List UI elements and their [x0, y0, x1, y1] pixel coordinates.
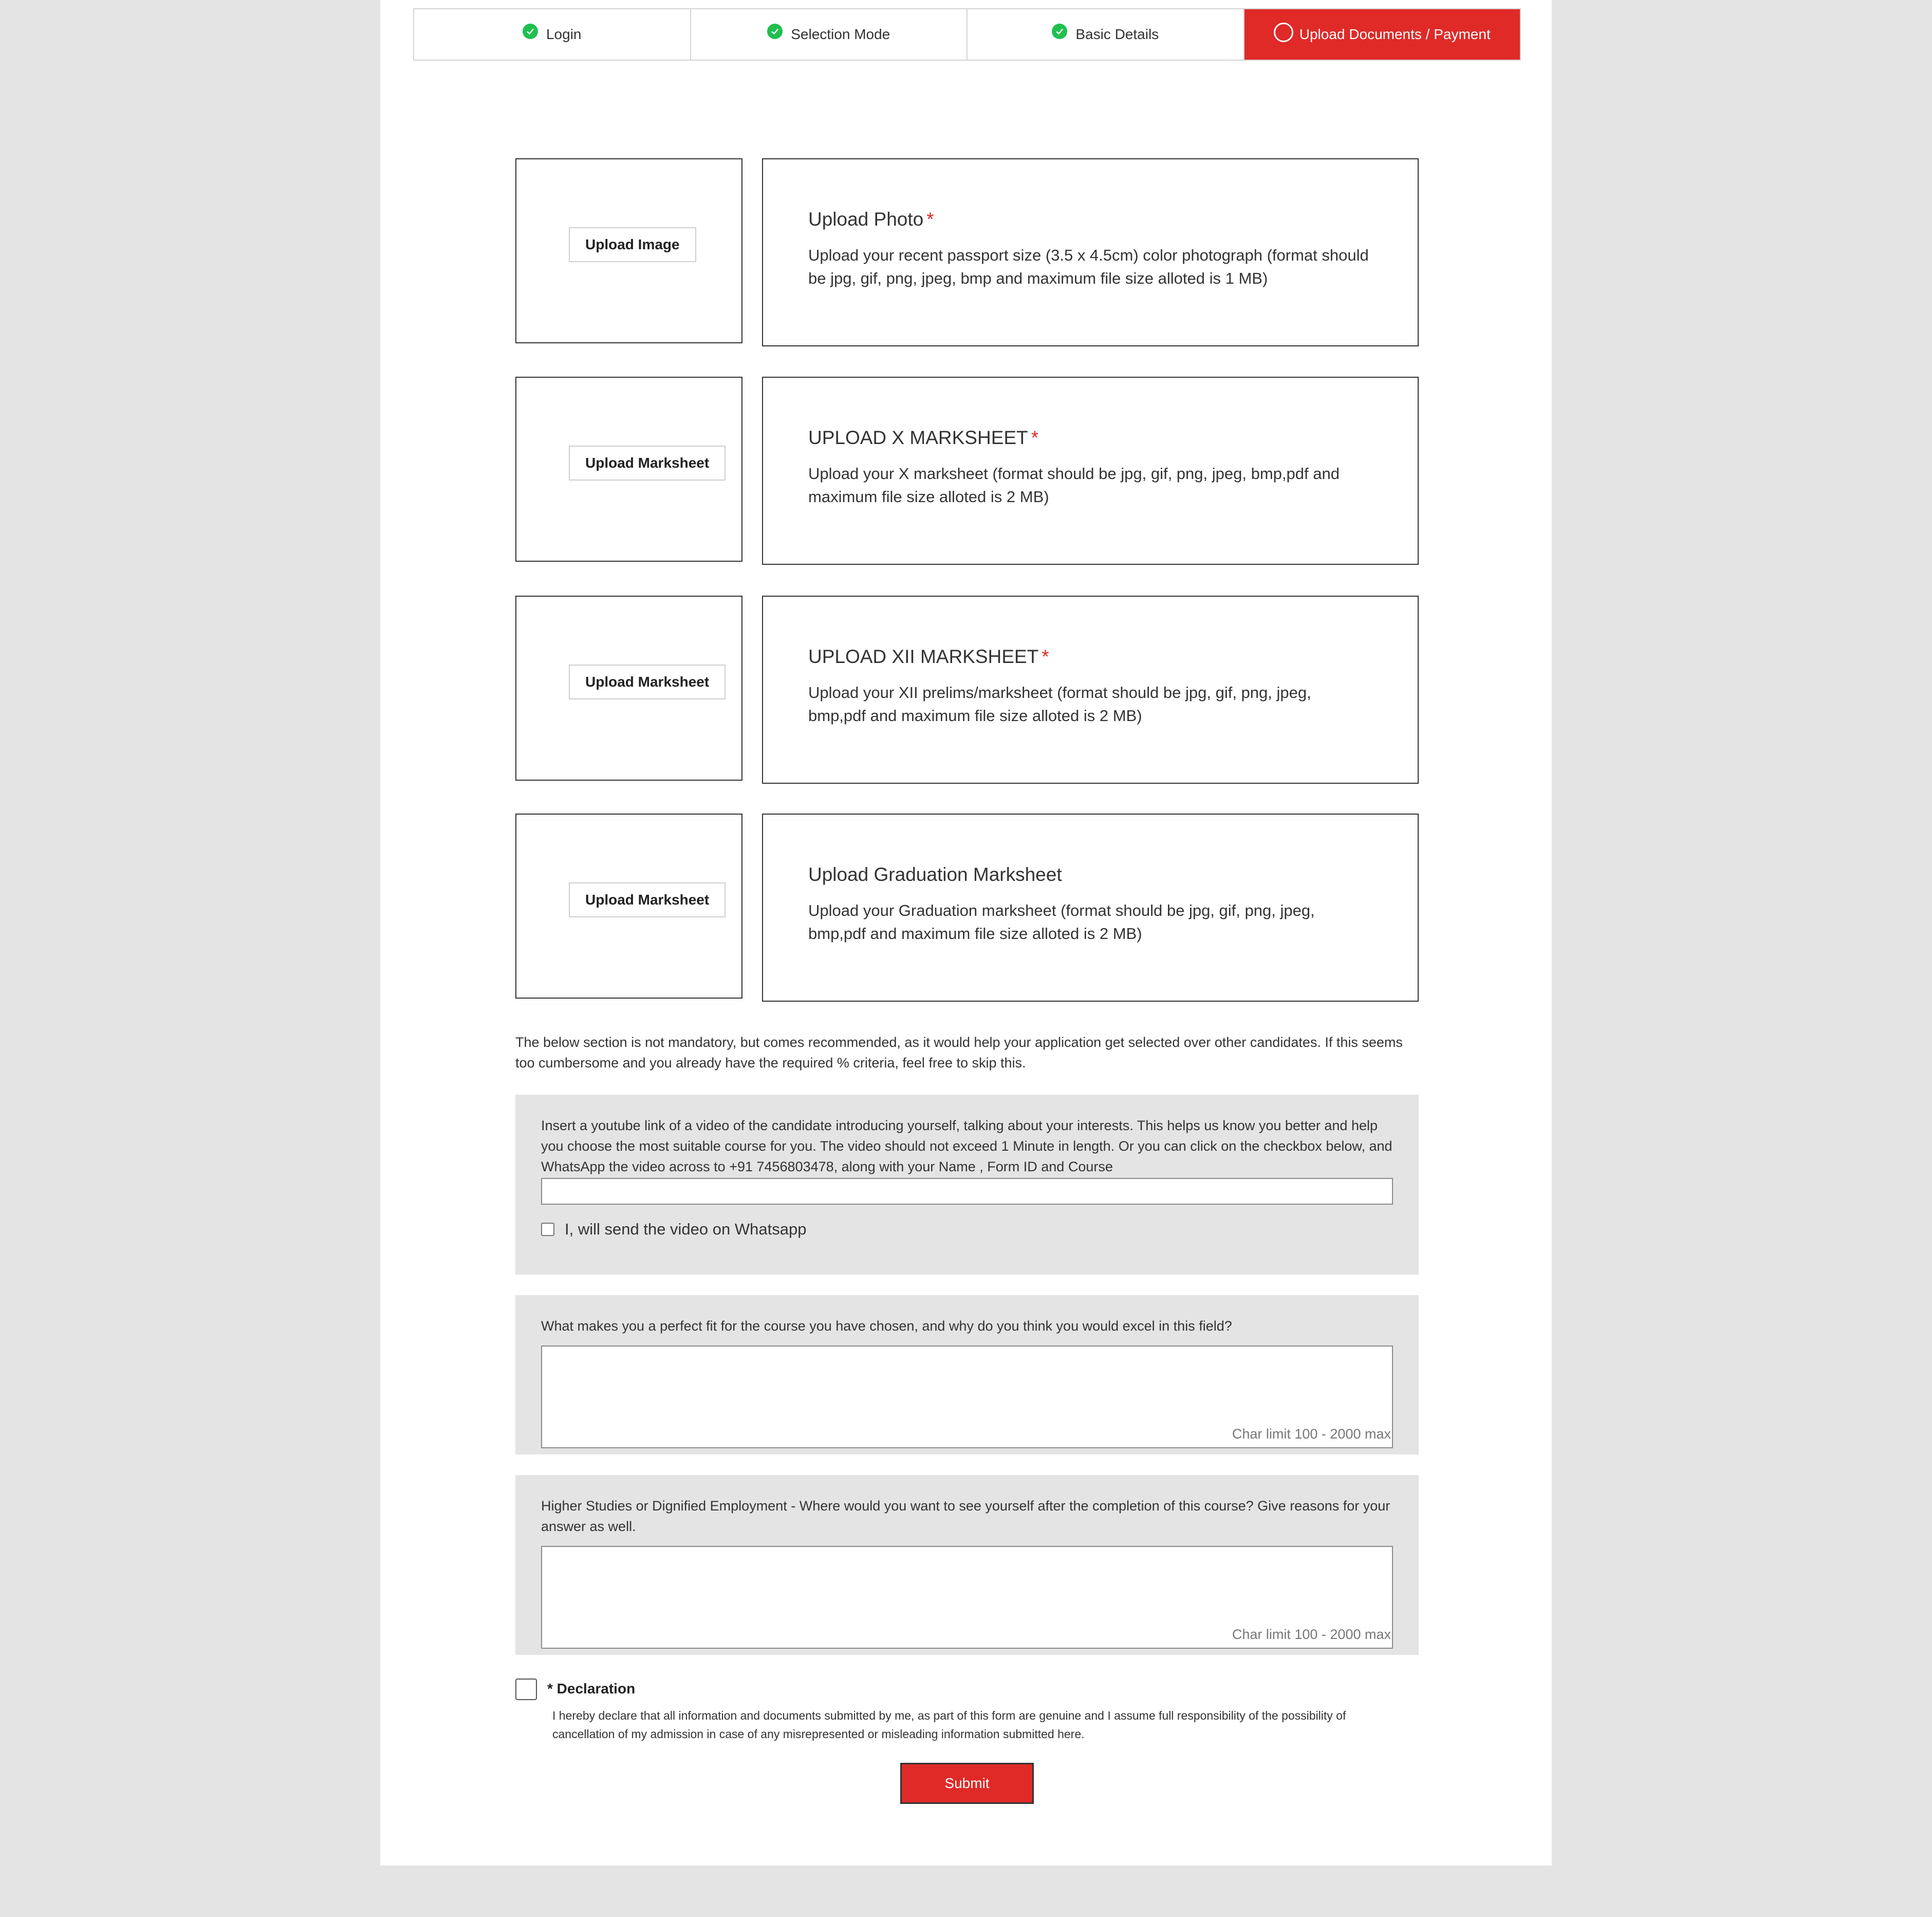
upload-description: Upload your X marksheet (format should b… [808, 465, 1340, 506]
progress-steps: Login Selection Mode Basic Details Uploa… [413, 8, 1521, 61]
whatsapp-checkbox[interactable] [541, 1223, 554, 1236]
marksheet-preview-box: Upload Marksheet [515, 596, 742, 781]
youtube-link-input[interactable] [541, 1178, 1393, 1205]
upload-info-card: Upload Graduation Marksheet Upload your … [762, 814, 1419, 1002]
required-mark: * [1031, 427, 1039, 448]
upload-marksheet-button[interactable]: Upload Marksheet [569, 665, 726, 699]
question-future-textarea[interactable]: Char limit 100 - 2000 max [541, 1546, 1393, 1649]
upload-description: Upload your recent passport size (3.5 x … [808, 246, 1369, 287]
upload-title: Upload Photo * [808, 209, 934, 230]
step-login[interactable]: Login [414, 9, 691, 60]
upload-marksheet-button[interactable]: Upload Marksheet [569, 446, 726, 481]
whatsapp-checkbox-row: I, will send the video on Whatsapp [541, 1220, 1393, 1239]
question-fit-section: What makes you a perfect fit for the cou… [515, 1295, 1419, 1454]
upload-title: UPLOAD XII MARKSHEET * [808, 646, 1049, 667]
circle-outline-icon [1273, 23, 1293, 42]
marksheet-preview-box: Upload Marksheet [515, 377, 742, 562]
step-upload-documents[interactable]: Upload Documents / Payment [1244, 9, 1520, 60]
marksheet-preview-box: Upload Marksheet [515, 814, 742, 999]
declaration-checkbox[interactable] [515, 1679, 537, 1700]
submit-button[interactable]: Submit [900, 1763, 1034, 1804]
upload-description: Upload your Graduation marksheet (format… [808, 901, 1315, 943]
step-selection-mode[interactable]: Selection Mode [691, 9, 968, 60]
question-fit-prompt: What makes you a perfect fit for the cou… [541, 1318, 1232, 1334]
video-instructions: Insert a youtube link of a video of the … [541, 1118, 1392, 1174]
declaration-title: * Declaration [547, 1681, 636, 1697]
char-limit-hint: Char limit 100 - 2000 max [1232, 1627, 1391, 1642]
upload-image-button[interactable]: Upload Image [569, 227, 696, 262]
upload-info-card: Upload Photo * Upload your recent passpor… [762, 158, 1419, 346]
upload-title: Upload Graduation Marksheet [808, 864, 1062, 885]
upload-photo-row: Upload Image Upload Photo * Upload your r… [515, 158, 1419, 346]
step-label: Login [546, 26, 582, 42]
upload-graduation-marksheet-row: Upload Marksheet Upload Graduation Marks… [515, 814, 1419, 1002]
step-label: Basic Details [1075, 26, 1159, 42]
upload-xii-marksheet-row: Upload Marksheet UPLOAD XII MARKSHEET * U… [515, 596, 1419, 784]
upload-description: Upload your XII prelims/marksheet (forma… [808, 684, 1311, 725]
check-circle-icon [1052, 24, 1068, 39]
question-future-prompt: Higher Studies or Dignified Employment -… [541, 1498, 1390, 1534]
step-label: Upload Documents / Payment [1299, 26, 1491, 42]
step-basic-details[interactable]: Basic Details [968, 9, 1244, 60]
check-circle-icon [767, 24, 783, 39]
check-circle-icon [522, 24, 538, 39]
upload-info-card: UPLOAD XII MARKSHEET * Upload your XII pr… [762, 596, 1419, 784]
upload-title: UPLOAD X MARKSHEET * [808, 427, 1039, 448]
whatsapp-checkbox-label: I, will send the video on Whatsapp [565, 1220, 807, 1238]
optional-section-note: The below section is not mandatory, but … [515, 1035, 1403, 1071]
video-section: Insert a youtube link of a video of the … [515, 1095, 1419, 1275]
upload-marksheet-button[interactable]: Upload Marksheet [569, 882, 726, 917]
required-mark: * [926, 209, 934, 230]
question-future-section: Higher Studies or Dignified Employment -… [515, 1475, 1419, 1655]
upload-info-card: UPLOAD X MARKSHEET * Upload your X marksh… [762, 377, 1419, 565]
declaration-text: I hereby declare that all information an… [552, 1709, 1346, 1741]
step-label: Selection Mode [791, 26, 890, 42]
char-limit-hint: Char limit 100 - 2000 max [1232, 1426, 1391, 1442]
photo-preview-box: Upload Image [515, 158, 742, 343]
upload-x-marksheet-row: Upload Marksheet UPLOAD X MARKSHEET * Upl… [515, 377, 1419, 565]
required-mark: * [1042, 646, 1049, 667]
question-fit-textarea[interactable]: Char limit 100 - 2000 max [541, 1345, 1393, 1448]
